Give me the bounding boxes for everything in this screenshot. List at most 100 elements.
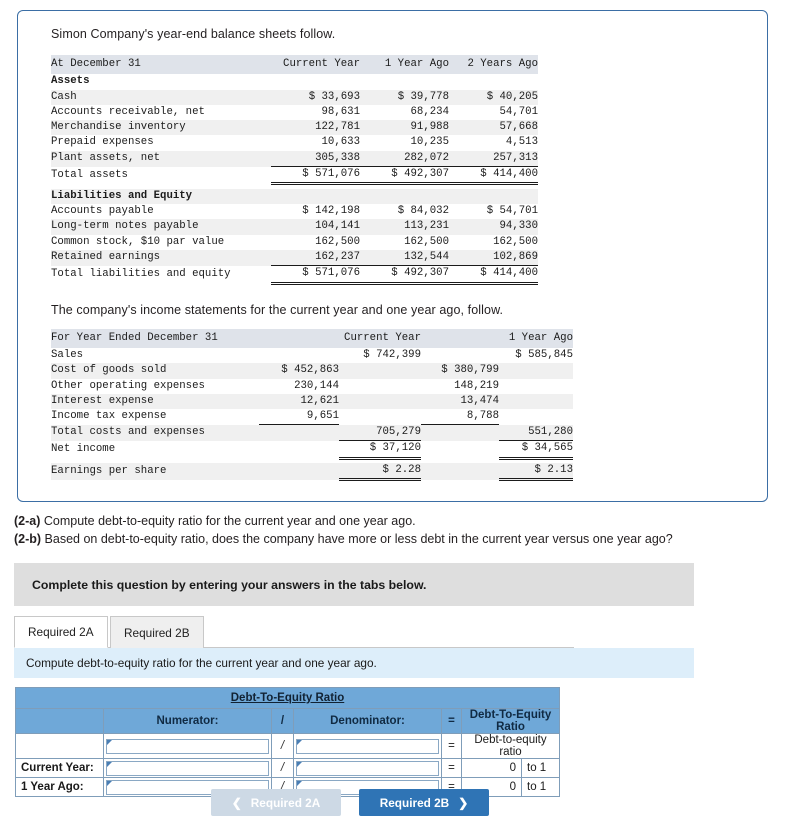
row-value-current: 104,141 [271, 219, 360, 235]
row-value-a [259, 424, 339, 441]
row-value-b [339, 393, 421, 410]
equals-1: = [441, 758, 462, 778]
row-value-d: 551,280 [499, 424, 573, 442]
total-assets-row: Total assets $ 571,076 $ 492,307 $ 414,4… [51, 166, 538, 186]
next-button-label: Required 2B [379, 795, 450, 810]
numerator-input-current-year[interactable] [106, 760, 269, 776]
row-value-2yr: 4,513 [505, 136, 538, 149]
table-row: Long-term notes payable 104,141 113,231 … [51, 219, 538, 235]
row-value-a [259, 348, 339, 363]
equals-0: = [441, 733, 462, 759]
table-row: Accounts payable $ 142,198 $ 84,032 $ 54… [51, 204, 538, 219]
row-value-b [339, 363, 421, 379]
row-value-b: 705,279 [339, 424, 421, 442]
row-value-current: 162,500 [315, 235, 360, 248]
question-2a-tag: (2-a) [14, 514, 41, 528]
sub-instruction-text: Compute debt-to-equity ratio for the cur… [26, 656, 377, 670]
row-value-1yr: 10,235 [410, 136, 449, 149]
row-value-2yr: $ 54,701 [486, 205, 538, 218]
row-value-current: $ 571,076 [271, 166, 360, 186]
question-2a-text: Compute debt-to-equity ratio for the cur… [40, 514, 416, 528]
row-value-d [499, 379, 573, 394]
question-2a: (2-a) Compute debt-to-equity ratio for t… [14, 513, 774, 531]
row-value-1yr: $ 492,307 [360, 166, 449, 186]
denominator-input-cell-0[interactable] [293, 733, 442, 759]
row-value-1yr: $ 492,307 [360, 265, 449, 285]
row-value-current: 122,781 [271, 120, 360, 136]
row-value-b [339, 409, 421, 425]
balance-sheet-table: At December 31 Current Year 1 Year Ago 2… [51, 55, 538, 285]
row-value-c: 8,788 [421, 409, 499, 426]
chevron-right-icon: ❯ [458, 795, 469, 810]
bs-header-1-year-ago: 1 Year Ago [360, 55, 449, 75]
financial-statements-card: Simon Company's year-end balance sheets … [17, 10, 768, 502]
row-value-current: 162,237 [271, 250, 360, 266]
result-suffix-current-year: to 1 [521, 758, 560, 778]
instruction-banner: Complete this question by entering your … [14, 563, 694, 606]
next-required-2b-button[interactable]: Required 2B ❯ [359, 789, 489, 816]
tab-required-2b-label: Required 2B [124, 625, 190, 640]
row-label [15, 733, 104, 759]
sub-instruction-bar: Compute debt-to-equity ratio for the cur… [14, 648, 694, 678]
result-value-current-year: 0 [461, 758, 522, 778]
bs-header-current-year: Current Year [271, 55, 360, 75]
row-value-2yr: $ 40,205 [449, 89, 538, 105]
table-row: Cost of goods sold $ 452,863 $ 380,799 [51, 363, 573, 379]
tab-required-2a-label: Required 2A [28, 625, 94, 639]
row-label: Income tax expense [51, 410, 167, 423]
prev-required-2a-button[interactable]: ❮ Required 2A [211, 789, 341, 816]
row-value-current: $ 33,693 [271, 89, 360, 105]
is-header-current-year: Current Year [339, 328, 421, 348]
row-value-a: $ 452,863 [259, 363, 339, 379]
eps-row: Earnings per share $ 2.28 $ 2.13 [51, 463, 573, 482]
row-value-1yr: 113,231 [360, 219, 449, 235]
row-label: Accounts payable [51, 205, 154, 218]
tab-required-2b[interactable]: Required 2B [110, 616, 204, 648]
row-value-b: $ 2.28 [339, 463, 421, 482]
table-row: Current Year: / = 0 to 1 [15, 758, 560, 778]
numerator-input-cell-current-year[interactable] [103, 758, 272, 778]
row-value-2yr: $ 414,400 [449, 265, 538, 285]
row-value-a: 230,144 [294, 379, 339, 392]
row-value-c [421, 441, 499, 458]
row-value-2yr: 54,701 [499, 105, 538, 118]
result-label-0: Debt-to-equity ratio [461, 733, 560, 759]
col-denominator: Denominator: [293, 708, 442, 734]
slash-0: / [271, 733, 294, 759]
row-label: Sales [51, 348, 84, 361]
instruction-banner-text: Complete this question by entering your … [32, 577, 427, 592]
row-value-b [339, 379, 421, 394]
row-value-current: 305,338 [271, 150, 360, 167]
row-label: Total liabilities and equity [51, 267, 231, 280]
answer-table-title-row: Debt-To-Equity Ratio [15, 687, 560, 709]
assets-section-title-row: Assets [51, 74, 538, 89]
row-value-d: $ 34,565 [499, 440, 573, 460]
prev-button-label: Required 2A [250, 795, 321, 810]
row-value-2yr: 94,330 [449, 219, 538, 235]
table-row: Common stock, $10 par value 162,500 162,… [51, 235, 538, 250]
numerator-input-cell-0[interactable] [103, 733, 272, 759]
answer-table-header-row: Numerator: / Denominator: = Debt-To-Equi… [15, 708, 560, 734]
numerator-input-0[interactable] [106, 738, 269, 754]
bs-header-2-years-ago: 2 Years Ago [449, 55, 538, 75]
row-value-1yr: 132,544 [360, 250, 449, 266]
row-label: Common stock, $10 par value [51, 235, 225, 248]
table-row: Interest expense 12,621 13,474 [51, 393, 573, 410]
col-numerator: Numerator: [103, 708, 272, 734]
row-value-2yr: 57,668 [449, 120, 538, 136]
row-label: Earnings per share [51, 463, 259, 480]
row-value-current: 10,633 [321, 136, 360, 149]
col-equals: = [441, 708, 462, 734]
denominator-input-0[interactable] [296, 738, 439, 754]
income-statement-header-row: For Year Ended December 31 Current Year … [51, 328, 573, 348]
denominator-input-cell-current-year[interactable] [293, 758, 442, 778]
tab-required-2a[interactable]: Required 2A [14, 616, 108, 648]
exercise-page: Simon Company's year-end balance sheets … [0, 0, 792, 821]
row-value-2yr: 257,313 [449, 150, 538, 167]
row-label: Prepaid expenses [51, 136, 154, 149]
row-value-current: $ 142,198 [302, 205, 360, 218]
required-tabs: Required 2A Required 2B [14, 616, 574, 648]
row-value-2yr: $ 414,400 [449, 166, 538, 186]
denominator-input-current-year[interactable] [296, 760, 439, 776]
row-label: Plant assets, net [51, 150, 271, 167]
